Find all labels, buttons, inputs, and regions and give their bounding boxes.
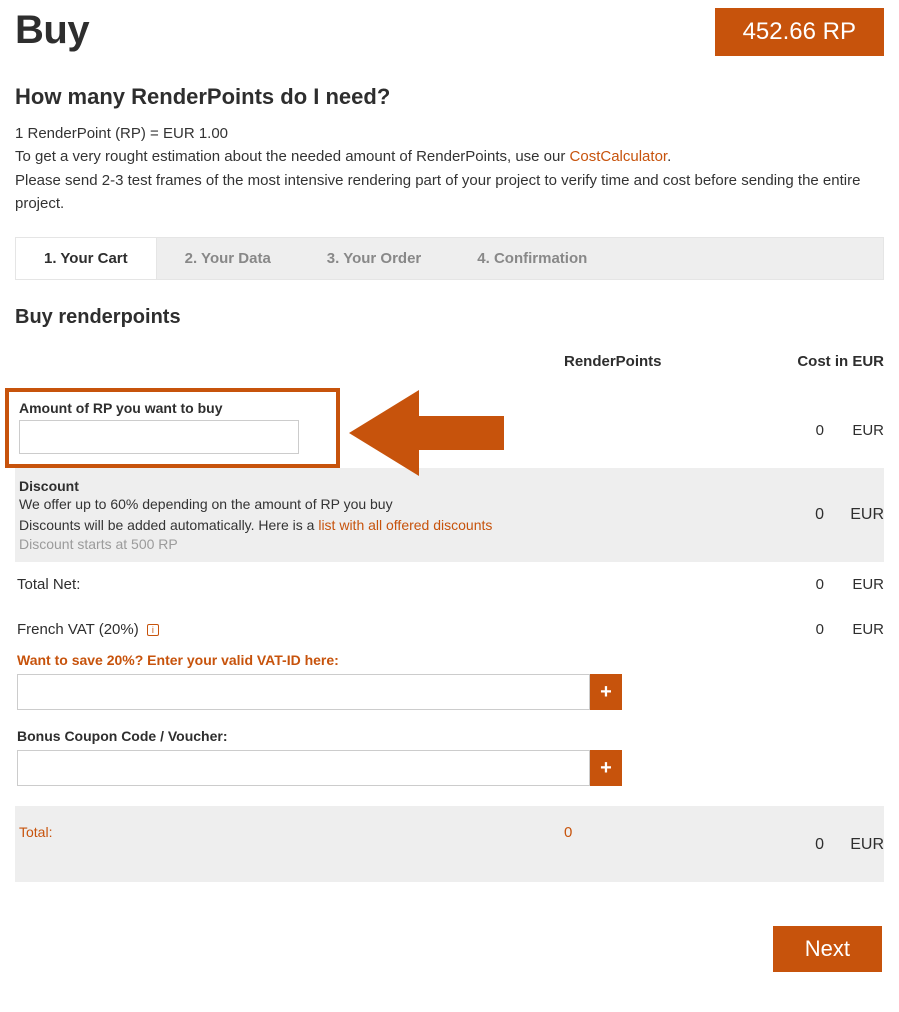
- discount-value: 0: [744, 506, 824, 524]
- amount-cost-value: 0: [744, 388, 824, 453]
- tab-your-order[interactable]: 3. Your Order: [299, 238, 449, 279]
- balance-badge: 452.66 RP: [715, 8, 884, 56]
- total-cost-value: 0: [744, 824, 824, 854]
- total-net-label: Total Net:: [15, 576, 564, 593]
- costcalculator-link[interactable]: CostCalculator: [570, 148, 668, 165]
- amount-highlight-box: Amount of RP you want to buy: [5, 388, 340, 468]
- coupon-label: Bonus Coupon Code / Voucher:: [15, 728, 884, 744]
- amount-label: Amount of RP you want to buy: [19, 400, 326, 416]
- next-button[interactable]: Next: [773, 926, 882, 972]
- vat-id-input-row: +: [17, 674, 622, 710]
- add-vat-id-button[interactable]: +: [590, 674, 622, 710]
- buy-renderpoints-title: Buy renderpoints: [15, 306, 884, 329]
- coupon-input-row: +: [17, 750, 622, 786]
- amount-cost-currency: EUR: [824, 388, 884, 453]
- tab-your-data[interactable]: 2. Your Data: [157, 238, 299, 279]
- checkout-tabs: 1. Your Cart 2. Your Data 3. Your Order …: [15, 237, 884, 280]
- total-net-currency: EUR: [824, 576, 884, 593]
- vat-save-label: Want to save 20%? Enter your valid VAT-I…: [15, 652, 884, 668]
- vat-currency: EUR: [824, 621, 884, 638]
- intro-text: 1 RenderPoint (RP) = EUR 1.00 To get a v…: [15, 122, 884, 215]
- add-coupon-button[interactable]: +: [590, 750, 622, 786]
- col-head-renderpoints: RenderPoints: [564, 347, 744, 388]
- total-block: Total: 0 0 EUR: [15, 806, 884, 882]
- total-rp-value: 0: [564, 824, 744, 841]
- cart-grid: RenderPoints Cost in EUR Amount of RP yo…: [15, 347, 884, 882]
- discounts-list-link[interactable]: list with all offered discounts: [318, 517, 492, 533]
- total-net-row: Total Net: 0 EUR: [15, 562, 884, 607]
- vat-value: 0: [744, 621, 824, 638]
- intro-line-1: 1 RenderPoint (RP) = EUR 1.00: [15, 122, 884, 145]
- tab-confirmation[interactable]: 4. Confirmation: [449, 238, 615, 279]
- discount-line-1: We offer up to 60% depending on the amou…: [19, 494, 564, 515]
- vat-label: French VAT (20%): [17, 621, 139, 638]
- discount-title: Discount: [19, 478, 564, 494]
- intro-question: How many RenderPoints do I need?: [15, 84, 884, 110]
- intro-line-2a: To get a very rought estimation about th…: [15, 148, 570, 165]
- info-icon[interactable]: i: [147, 624, 159, 636]
- intro-line-2: To get a very rought estimation about th…: [15, 145, 884, 168]
- discount-line-2a: Discounts will be added automatically. H…: [19, 517, 318, 533]
- intro-line-3: Please send 2-3 test frames of the most …: [15, 169, 884, 216]
- discount-line-3: Discount starts at 500 RP: [19, 536, 564, 552]
- coupon-input[interactable]: [17, 750, 590, 786]
- discount-block: Discount We offer up to 60% depending on…: [15, 468, 884, 562]
- total-cost-currency: EUR: [824, 824, 884, 854]
- total-net-value: 0: [744, 576, 824, 593]
- vat-row: French VAT (20%) i 0 EUR: [15, 607, 884, 652]
- discount-line-2: Discounts will be added automatically. H…: [19, 515, 564, 536]
- vat-id-input[interactable]: [17, 674, 590, 710]
- arrow-icon: [349, 388, 509, 478]
- tab-your-cart[interactable]: 1. Your Cart: [15, 237, 157, 279]
- page-title: Buy: [15, 8, 89, 53]
- total-label: Total:: [15, 824, 564, 840]
- col-head-cost: Cost in EUR: [744, 347, 884, 388]
- amount-input[interactable]: [19, 420, 299, 454]
- discount-currency: EUR: [824, 506, 884, 524]
- intro-line-2b: .: [667, 148, 671, 165]
